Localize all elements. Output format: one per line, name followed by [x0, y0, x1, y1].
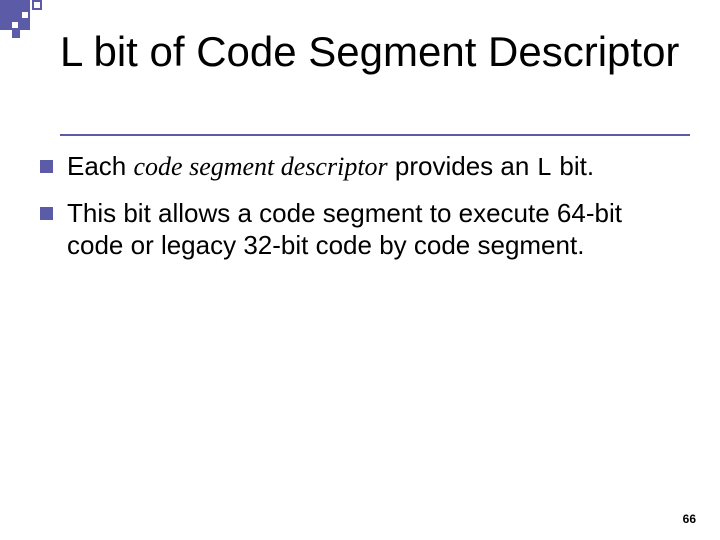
slide-body: Each code segment descriptor provides an… — [40, 150, 680, 274]
text-run: Each — [67, 151, 134, 181]
square-bullet-icon — [40, 207, 53, 220]
text-run-italic: code segment descriptor — [134, 152, 388, 181]
square-bullet-icon — [40, 160, 53, 173]
text-run: provides an — [388, 151, 537, 181]
corner-decoration — [0, 0, 60, 50]
bullet-text: This bit allows a code segment to execut… — [67, 197, 680, 262]
page-number: 66 — [683, 512, 696, 526]
slide-title: L bit of Code Segment Descriptor — [60, 28, 690, 76]
title-underline — [60, 134, 690, 136]
bullet-item: This bit allows a code segment to execut… — [40, 197, 680, 262]
bullet-text: Each code segment descriptor provides an… — [67, 150, 680, 185]
bullet-item: Each code segment descriptor provides an… — [40, 150, 680, 185]
text-run-mono: L — [537, 153, 553, 183]
text-run: bit. — [552, 151, 594, 181]
